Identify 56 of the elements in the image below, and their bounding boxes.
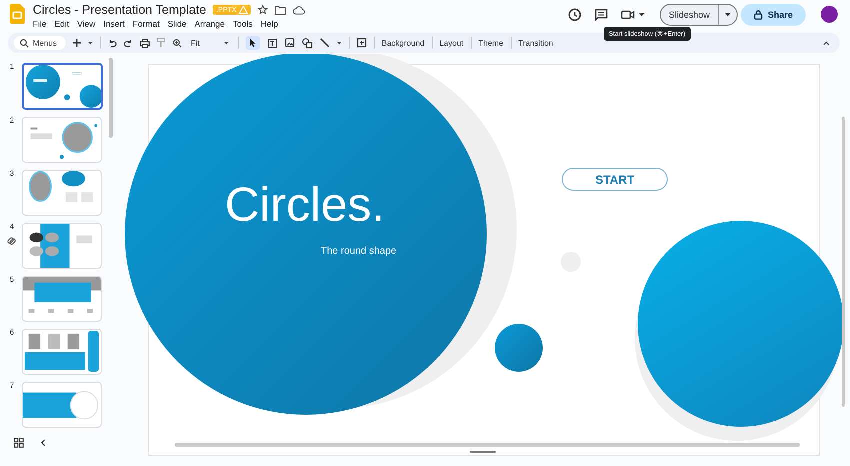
plus-icon[interactable] (73, 39, 81, 47)
search-field[interactable]: Menus (14, 36, 66, 50)
add-comment-icon[interactable] (356, 38, 367, 48)
scrollbar[interactable] (842, 117, 845, 407)
menu-item[interactable]: Help (260, 19, 278, 29)
caret-icon (724, 12, 731, 16)
lock-icon (754, 10, 763, 20)
cloud-icon[interactable] (292, 6, 305, 14)
slide-subtitle[interactable]: The round shape (321, 246, 397, 257)
print-icon[interactable] (140, 38, 150, 48)
cursor-icon (248, 38, 257, 48)
scrollbar[interactable] (109, 58, 113, 138)
slide-title[interactable]: Circles. (225, 182, 386, 230)
shapes-icon[interactable] (302, 38, 313, 48)
caret-icon (224, 42, 229, 44)
menu-item[interactable]: Arrange (194, 19, 225, 29)
slide-thumbnail[interactable] (22, 63, 103, 110)
document-title[interactable]: Circles - Presentation Template (33, 3, 206, 17)
zoom-icon[interactable] (173, 38, 182, 48)
share-button[interactable]: Share (740, 4, 806, 26)
undo-icon[interactable] (108, 39, 117, 47)
zoom-dropdown[interactable]: Fit (189, 38, 231, 48)
resize-handle[interactable] (470, 451, 496, 453)
menu-item[interactable]: Slide (168, 19, 187, 29)
comment-icon[interactable] (594, 8, 608, 20)
toolbar-button[interactable]: Layout (440, 38, 464, 48)
video-camera-icon[interactable] (620, 10, 635, 20)
large-circle[interactable] (638, 221, 844, 427)
link-icon[interactable] (7, 236, 17, 246)
caret-icon[interactable] (88, 42, 93, 44)
image-icon[interactable] (284, 38, 295, 48)
menu-item[interactable]: View (77, 19, 96, 29)
menu-item[interactable]: Edit (54, 19, 70, 29)
collapse-panel-icon[interactable] (40, 439, 46, 447)
history-icon[interactable] (568, 8, 582, 22)
start-button[interactable]: START (562, 168, 668, 191)
toolbar-button[interactable]: Theme (478, 38, 504, 48)
user-avatar[interactable] (821, 6, 838, 23)
collapse-icon[interactable] (823, 40, 830, 46)
menu-item[interactable]: Tools (232, 19, 253, 29)
small-circle[interactable] (495, 324, 543, 372)
line-icon[interactable] (320, 38, 330, 48)
grid-view-icon[interactable] (14, 438, 24, 448)
redo-icon[interactable] (124, 39, 133, 47)
caret-icon[interactable] (638, 12, 645, 16)
toolbar-button[interactable]: Background (382, 38, 425, 48)
scrollbar[interactable] (175, 443, 800, 447)
menu-item[interactable]: File (33, 19, 47, 29)
menu-item[interactable]: Format (132, 19, 160, 29)
select-tool-button[interactable] (246, 36, 260, 50)
star-icon[interactable] (258, 5, 268, 15)
text-box-icon[interactable] (266, 38, 278, 48)
folder-icon[interactable] (274, 6, 286, 14)
caret-icon[interactable] (336, 42, 342, 44)
toolbar-button[interactable]: Transition (518, 38, 554, 48)
menu-item[interactable]: Insert (104, 19, 125, 29)
